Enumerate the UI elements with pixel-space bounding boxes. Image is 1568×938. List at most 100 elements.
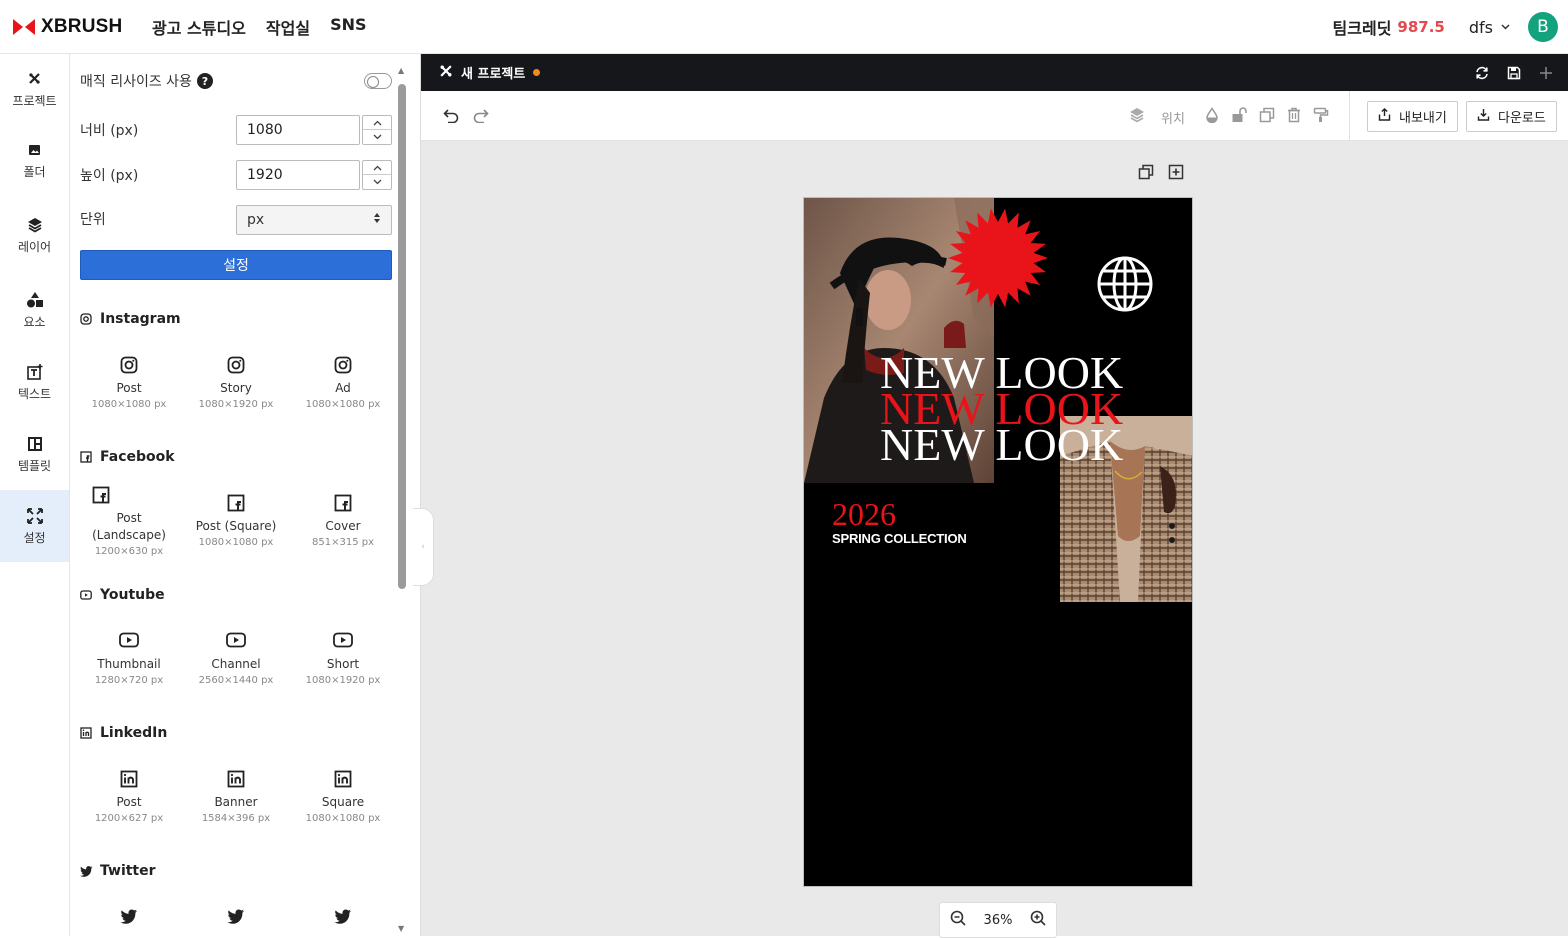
panel-scrollbar[interactable] [398, 84, 406, 589]
nav-workroom[interactable]: 작업실 [266, 15, 310, 39]
zoom-out-icon[interactable] [950, 910, 966, 930]
chevron-down-icon[interactable] [1501, 22, 1510, 33]
format-painter-icon[interactable] [1313, 107, 1329, 127]
download-button[interactable]: 다운로드 [1466, 101, 1557, 132]
preset-facebook-post-landscape[interactable]: Post (Landscape) 1200×630 px [76, 486, 182, 559]
width-stepper[interactable] [362, 115, 392, 145]
add-page-icon[interactable] [1168, 164, 1184, 184]
preset-size: 1080×1080 px [198, 537, 274, 548]
preset-instagram-ad[interactable]: Ad 1080×1080 px [290, 356, 396, 412]
scroll-up-icon[interactable]: ▲ [398, 66, 404, 75]
position-icon[interactable] [1129, 107, 1145, 127]
linkedin-icon [183, 770, 289, 788]
brand-logo[interactable]: XBRUSH [13, 16, 138, 38]
preset-twitter-1[interactable] [76, 908, 182, 932]
rail-label: 요소 [23, 314, 46, 329]
youtube-icon [290, 632, 396, 650]
magic-resize-toggle[interactable] [364, 73, 392, 89]
project-tab-title: 새 프로젝트 [461, 67, 526, 82]
unit-select[interactable]: px [236, 205, 392, 235]
year-text[interactable]: 2026 [832, 496, 896, 533]
preset-size: 1080×1080 px [305, 399, 381, 410]
undo-icon[interactable] [443, 108, 459, 127]
height-stepper[interactable] [362, 160, 392, 190]
panel-collapse-handle[interactable]: ‹ [413, 508, 434, 586]
chevron-up-icon[interactable] [363, 161, 391, 175]
nav-ad-studio[interactable]: 광고 스튜디오 [152, 15, 246, 39]
preset-youtube-short[interactable]: Short 1080×1920 px [290, 632, 396, 688]
preset-size: 1200×630 px [94, 546, 164, 557]
preset-twitter-3[interactable] [290, 908, 396, 932]
duplicate-icon[interactable] [1259, 107, 1275, 127]
section-label: Instagram [100, 311, 181, 327]
preset-name: Channel [211, 657, 261, 671]
collection-subtitle[interactable]: SPRING COLLECTION [832, 531, 967, 546]
export-button[interactable]: 내보내기 [1367, 101, 1458, 132]
facebook-section-title: Facebook [80, 449, 175, 465]
preset-facebook-cover[interactable]: Cover 851×315 px [290, 494, 396, 550]
instagram-icon [290, 356, 396, 374]
starburst-shape[interactable] [946, 206, 1050, 314]
help-icon[interactable]: ? [196, 73, 213, 89]
preset-name: Short [326, 657, 360, 671]
duplicate-page-icon[interactable] [1138, 164, 1154, 184]
design-artboard[interactable]: NEW LOOK NEW LOOK NEW LOOK 2026 SPRING C… [803, 197, 1193, 887]
starburst-icon [948, 208, 1048, 308]
zoom-level: 36% [983, 912, 1013, 928]
preset-name: Ad [335, 381, 351, 395]
editor-toolbar: 위치 내보내기 다운로드 [421, 91, 1568, 141]
chevron-up-icon[interactable] [363, 116, 391, 130]
unlock-icon[interactable] [1231, 107, 1247, 127]
rail-item-template[interactable]: 템플릿 [0, 418, 69, 490]
preset-name: Thumbnail [97, 657, 161, 671]
rail-item-folder[interactable]: 폴더 [0, 124, 69, 196]
avatar[interactable]: B [1528, 12, 1558, 42]
scroll-down-icon[interactable]: ▼ [398, 924, 404, 933]
width-input[interactable]: 1080 [236, 115, 360, 145]
sync-icon[interactable] [1475, 66, 1489, 80]
preset-facebook-post-square[interactable]: Post (Square) 1080×1080 px [183, 494, 289, 550]
preset-instagram-post[interactable]: Post 1080×1080 px [76, 356, 182, 412]
project-tab[interactable]: 새 프로젝트 [421, 54, 557, 91]
user-menu[interactable]: dfs [1469, 18, 1493, 37]
preset-instagram-story[interactable]: Story 1080×1920 px [183, 356, 289, 412]
export-label: 내보내기 [1399, 111, 1447, 126]
height-input[interactable]: 1920 [236, 160, 360, 190]
shapes-icon [26, 291, 44, 309]
preset-size: 1080×1920 px [198, 399, 274, 410]
rail-item-text[interactable]: 텍스트 [0, 346, 69, 418]
preset-size: 2560×1440 px [198, 675, 274, 686]
redo-icon[interactable] [473, 108, 489, 127]
layers-icon [26, 216, 44, 234]
preset-twitter-2[interactable] [183, 908, 289, 932]
preset-name: Story [220, 381, 252, 395]
left-rail: 프로젝트 폴더 레이어 요소 텍스트 템플릿 설정 [0, 54, 70, 936]
preset-linkedin-square[interactable]: Square 1080×1080 px [290, 770, 396, 826]
zoom-in-icon[interactable] [1030, 910, 1046, 930]
position-label[interactable]: 위치 [1161, 108, 1185, 127]
height-label: 높이 (px) [80, 168, 139, 184]
rail-label: 레이어 [17, 239, 52, 254]
apply-button[interactable]: 설정 [80, 250, 392, 280]
preset-youtube-channel[interactable]: Channel 2560×1440 px [183, 632, 289, 688]
share-icon [1378, 108, 1391, 125]
preset-linkedin-post[interactable]: Post 1200×627 px [76, 770, 182, 826]
add-tab-icon[interactable] [1539, 66, 1553, 80]
headline-line-3[interactable]: NEW LOOK [880, 422, 1123, 468]
globe-icon[interactable] [1097, 256, 1153, 316]
rail-item-layers[interactable]: 레이어 [0, 196, 69, 274]
preset-youtube-thumbnail[interactable]: Thumbnail 1280×720 px [76, 632, 182, 688]
rail-item-project[interactable]: 프로젝트 [0, 54, 69, 124]
rail-item-settings[interactable]: 설정 [0, 490, 69, 562]
preset-name-line2: (Landscape) [92, 528, 166, 542]
editor-area: 새 프로젝트 위치 내보내기 다운로드 NEW LOOK NEW LOOK NE… [420, 54, 1568, 938]
nav-sns[interactable]: SNS [330, 15, 366, 39]
preset-name: Banner [214, 795, 258, 809]
preset-linkedin-banner[interactable]: Banner 1584×396 px [183, 770, 289, 826]
save-icon[interactable] [1507, 66, 1521, 80]
chevron-down-icon[interactable] [363, 130, 391, 144]
trash-icon[interactable] [1287, 107, 1301, 127]
rail-item-elements[interactable]: 요소 [0, 274, 69, 346]
opacity-icon[interactable] [1205, 107, 1219, 127]
chevron-down-icon[interactable] [363, 175, 391, 189]
